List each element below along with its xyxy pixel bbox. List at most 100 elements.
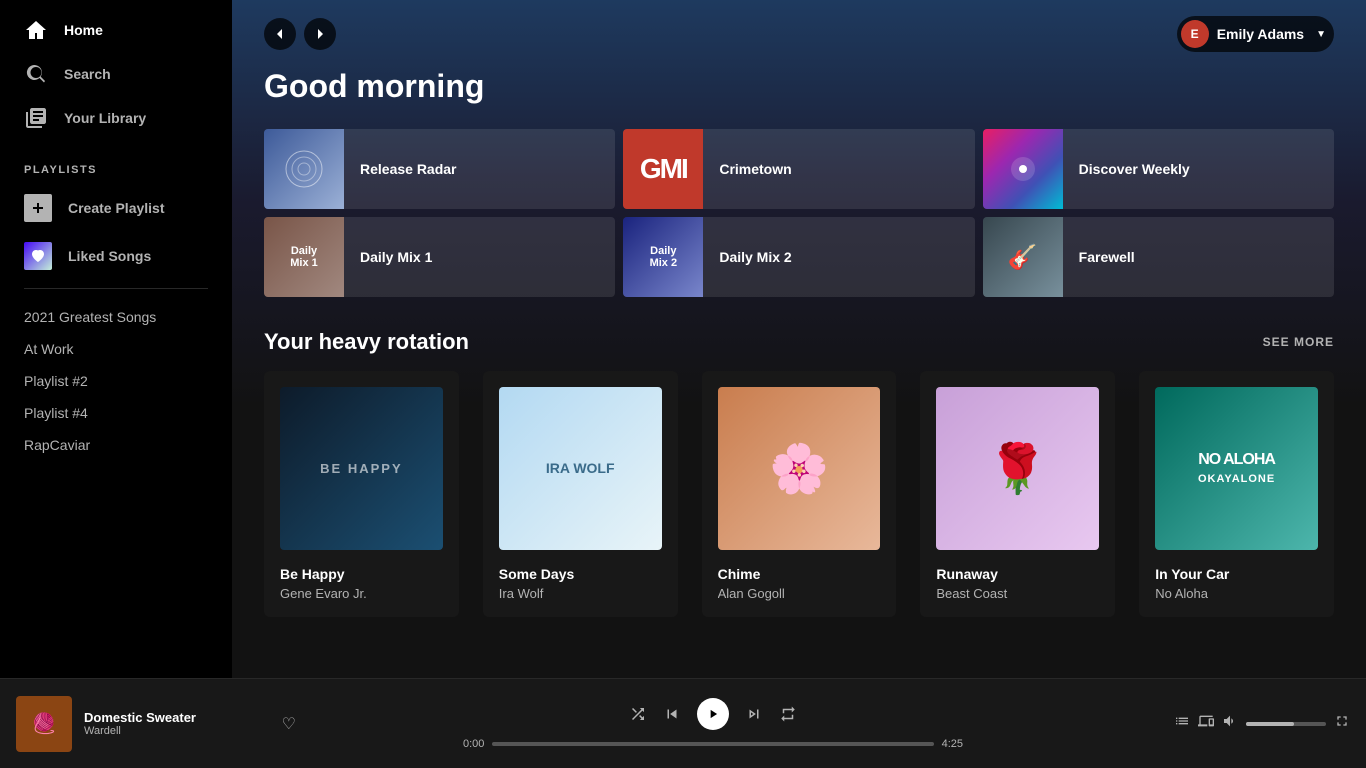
avatar: E [1181, 20, 1209, 48]
create-playlist-button[interactable]: Create Playlist [0, 184, 232, 232]
quick-item-crimetown[interactable]: GMI Crimetown [623, 129, 974, 209]
next-button[interactable] [745, 705, 763, 723]
heavy-rotation-header: Your heavy rotation SEE MORE [264, 329, 1334, 355]
create-playlist-label: Create Playlist [68, 200, 165, 216]
card-art-be-happy: BE HAPPY [280, 387, 443, 550]
sidebar-item-home[interactable]: Home [0, 8, 232, 52]
search-icon [24, 62, 48, 86]
previous-button[interactable] [663, 705, 681, 723]
quick-item-daily-mix-1[interactable]: DailyMix 1 Daily Mix 1 [264, 217, 615, 297]
greeting-heading: Good morning [264, 68, 1334, 105]
volume-fill [1246, 722, 1294, 726]
sidebar-divider [24, 288, 208, 289]
chevron-down-icon: ▼ [1316, 29, 1326, 40]
volume-bar[interactable] [1246, 722, 1326, 726]
player-info: Domestic Sweater Wardell [84, 710, 270, 737]
card-title-chime: Chime [718, 566, 881, 582]
quick-thumb-crimetown: GMI [623, 129, 703, 209]
card-art-runaway: 🌹 [936, 387, 1099, 550]
sidebar-item-search-label: Search [64, 66, 111, 82]
card-subtitle-runaway: Beast Coast [936, 586, 1099, 601]
liked-songs-button[interactable]: Liked Songs [0, 232, 232, 280]
card-subtitle-some-days: Ira Wolf [499, 586, 662, 601]
main-content: E Emily Adams ▼ Good morning Release Rad… [232, 0, 1366, 678]
playlist-item-2[interactable]: Playlist #2 [0, 365, 232, 397]
like-button[interactable]: ♡ [282, 714, 296, 734]
quick-thumb-daily-mix-2: DailyMix 2 [623, 217, 703, 297]
card-title-runaway: Runaway [936, 566, 1099, 582]
playlist-item-4[interactable]: RapCaviar [0, 429, 232, 461]
quick-thumb-release-radar [264, 129, 344, 209]
nav-buttons [264, 18, 336, 50]
playlist-list: 2021 Greatest Songs At Work Playlist #2 … [0, 297, 232, 465]
plus-icon [24, 194, 52, 222]
quick-item-farewell[interactable]: 🎸 Farewell [983, 217, 1334, 297]
total-time: 4:25 [942, 738, 963, 750]
player-track-title: Domestic Sweater [84, 710, 270, 725]
top-bar: E Emily Adams ▼ [232, 0, 1366, 68]
user-name: Emily Adams [1217, 26, 1304, 42]
shuffle-button[interactable] [629, 705, 647, 723]
playlist-item-0[interactable]: 2021 Greatest Songs [0, 301, 232, 333]
quick-thumb-discover-weekly [983, 129, 1063, 209]
player-controls: 0:00 4:25 [296, 698, 1130, 750]
volume-icon [1222, 713, 1238, 734]
quick-access-grid: Release Radar GMI Crimetown Discover Wee… [264, 129, 1334, 297]
playlist-item-3[interactable]: Playlist #4 [0, 397, 232, 429]
playlists-label: PLAYLISTS [0, 148, 232, 184]
player-right-controls [1130, 713, 1350, 734]
progress-track[interactable] [492, 742, 933, 746]
queue-button[interactable] [1174, 713, 1190, 734]
card-art-in-your-car: NO ALOHA OKAYALONE [1155, 387, 1318, 550]
play-pause-button[interactable] [697, 698, 729, 730]
quick-label-farewell: Farewell [1063, 249, 1151, 265]
sidebar: Home Search Your Library PLAYLISTS [0, 0, 232, 678]
sidebar-item-library[interactable]: Your Library [0, 96, 232, 140]
current-time: 0:00 [463, 738, 484, 750]
user-menu[interactable]: E Emily Adams ▼ [1177, 16, 1334, 52]
card-chime[interactable]: 🌸 Chime Alan Gogoll [702, 371, 897, 617]
progress-bar[interactable]: 0:00 4:25 [463, 738, 963, 750]
forward-button[interactable] [304, 18, 336, 50]
repeat-button[interactable] [779, 705, 797, 723]
liked-songs-label: Liked Songs [68, 248, 151, 264]
home-icon [24, 18, 48, 42]
sidebar-item-library-label: Your Library [64, 110, 146, 126]
quick-thumb-daily-mix-1: DailyMix 1 [264, 217, 344, 297]
player-buttons [629, 698, 797, 730]
fullscreen-button[interactable] [1334, 713, 1350, 734]
heavy-rotation-grid: BE HAPPY Be Happy Gene Evaro Jr. IRA WOL… [264, 371, 1334, 617]
card-subtitle-chime: Alan Gogoll [718, 586, 881, 601]
playlist-item-1[interactable]: At Work [0, 333, 232, 365]
card-title-some-days: Some Days [499, 566, 662, 582]
player-track-info: 🧶 Domestic Sweater Wardell ♡ [16, 696, 296, 752]
quick-label-daily-mix-1: Daily Mix 1 [344, 249, 448, 265]
quick-label-discover-weekly: Discover Weekly [1063, 161, 1206, 177]
card-art-chime: 🌸 [718, 387, 881, 550]
sidebar-item-home-label: Home [64, 22, 103, 38]
player-bar: 🧶 Domestic Sweater Wardell ♡ [0, 678, 1366, 768]
card-title-in-your-car: In Your Car [1155, 566, 1318, 582]
quick-thumb-farewell: 🎸 [983, 217, 1063, 297]
devices-button[interactable] [1198, 713, 1214, 734]
quick-label-daily-mix-2: Daily Mix 2 [703, 249, 807, 265]
card-some-days[interactable]: IRA WOLF Some Days Ira Wolf [483, 371, 678, 617]
card-subtitle-in-your-car: No Aloha [1155, 586, 1318, 601]
card-in-your-car[interactable]: NO ALOHA OKAYALONE In Your Car No Aloha [1139, 371, 1334, 617]
card-art-some-days: IRA WOLF [499, 387, 662, 550]
library-icon [24, 106, 48, 130]
content-area: Good morning Release Radar GMI Crimetown [232, 68, 1366, 649]
player-track-artist: Wardell [84, 725, 270, 737]
card-runaway[interactable]: 🌹 Runaway Beast Coast [920, 371, 1115, 617]
back-button[interactable] [264, 18, 296, 50]
card-title-be-happy: Be Happy [280, 566, 443, 582]
sidebar-item-search[interactable]: Search [0, 52, 232, 96]
quick-item-discover-weekly[interactable]: Discover Weekly [983, 129, 1334, 209]
quick-item-daily-mix-2[interactable]: DailyMix 2 Daily Mix 2 [623, 217, 974, 297]
card-be-happy[interactable]: BE HAPPY Be Happy Gene Evaro Jr. [264, 371, 459, 617]
player-album-art: 🧶 [16, 696, 72, 752]
card-subtitle-be-happy: Gene Evaro Jr. [280, 586, 443, 601]
quick-item-release-radar[interactable]: Release Radar [264, 129, 615, 209]
section-title-heavy-rotation: Your heavy rotation [264, 329, 469, 355]
see-more-button[interactable]: SEE MORE [1263, 335, 1334, 349]
